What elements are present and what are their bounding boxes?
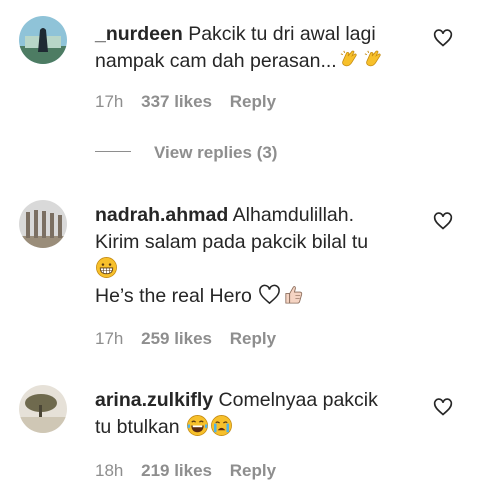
comment-username[interactable]: nadrah.ahmad xyxy=(95,204,228,226)
reply-button[interactable]: Reply xyxy=(230,92,276,111)
comment-likes[interactable]: 219 likes xyxy=(141,461,212,480)
laughing-tears-face-icon xyxy=(186,414,209,437)
comment-username[interactable]: _nurdeen xyxy=(95,23,183,45)
comment-text: Alhamdulillah. xyxy=(232,204,355,226)
heart-outline-icon[interactable] xyxy=(433,211,453,231)
clapping-hands-icon xyxy=(362,48,385,71)
white-heart-icon xyxy=(258,283,281,306)
heart-outline-icon[interactable] xyxy=(433,397,453,417)
comment-time: 17h xyxy=(95,329,124,348)
comment-likes[interactable]: 337 likes xyxy=(141,92,212,111)
avatar[interactable] xyxy=(19,16,67,64)
comment-username[interactable]: arina.zulkifly xyxy=(95,389,213,411)
comment-text: tu btulkan xyxy=(95,416,180,438)
view-replies-button[interactable]: View replies (3) xyxy=(95,143,277,163)
thumbs-up-icon xyxy=(282,283,305,306)
comment-meta: 18h 219 likes Reply xyxy=(95,461,289,481)
avatar[interactable] xyxy=(19,200,67,248)
comment-meta: 17h 337 likes Reply xyxy=(95,92,289,112)
comment-text: Pakcik tu dri awal lagi xyxy=(188,23,376,45)
crying-face-icon xyxy=(210,414,233,437)
reply-button[interactable]: Reply xyxy=(230,461,276,480)
avatar[interactable] xyxy=(19,385,67,433)
comment-text: Comelnyaa pakcik xyxy=(218,389,378,411)
heart-outline-icon[interactable] xyxy=(433,28,453,48)
comment-meta: 17h 259 likes Reply xyxy=(95,329,289,349)
clapping-hands-icon xyxy=(338,48,361,71)
comment-text: Kirim salam pada pakcik bilal tu xyxy=(95,231,369,253)
reply-button[interactable]: Reply xyxy=(230,329,276,348)
grinning-face-icon xyxy=(95,256,118,279)
comment-time: 18h xyxy=(95,461,124,480)
divider xyxy=(95,151,131,152)
comment-text: nampak cam dah perasan... xyxy=(95,50,337,72)
comment-likes[interactable]: 259 likes xyxy=(141,329,212,348)
comment-text: He’s the real Hero xyxy=(95,285,252,307)
comment-time: 17h xyxy=(95,92,124,111)
